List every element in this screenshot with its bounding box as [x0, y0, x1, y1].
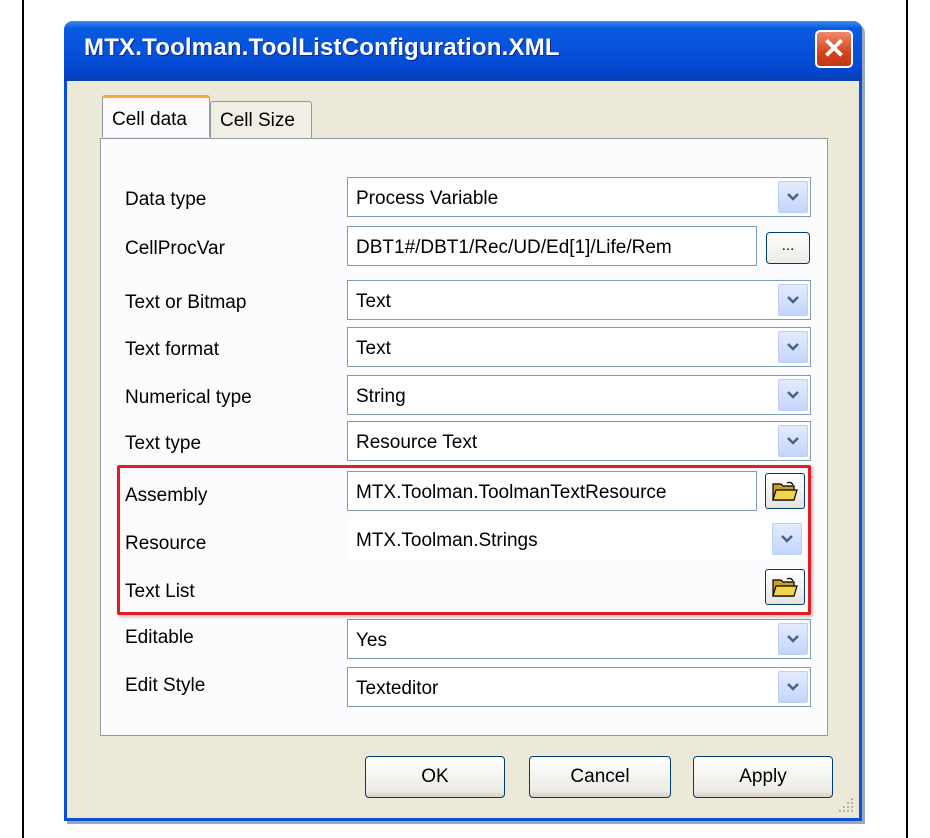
row-resource: Resource MTX.Toolman.Strings — [101, 519, 827, 563]
cellprocvar-value: DBT1#/DBT1/Rec/UD/Ed[1]/Life/Rem — [356, 237, 672, 258]
cellprocvar-label: CellProcVar — [125, 238, 225, 259]
folder-open-icon — [772, 577, 798, 597]
text-or-bitmap-value: Text — [356, 291, 391, 312]
chevron-down-icon[interactable] — [778, 623, 808, 655]
editable-select[interactable]: Yes — [347, 619, 811, 659]
data-type-select[interactable]: Process Variable — [347, 177, 811, 217]
tab-panel-cell-data: Data type Process Variable CellProcVar D… — [100, 138, 828, 736]
chevron-down-icon[interactable] — [772, 523, 802, 555]
text-type-value: Resource Text — [356, 432, 478, 453]
text-or-bitmap-select[interactable]: Text — [347, 280, 811, 320]
assembly-browse-button[interactable] — [765, 473, 805, 509]
assembly-label: Assembly — [125, 485, 208, 506]
row-text-or-bitmap: Text or Bitmap Text — [101, 280, 827, 324]
numerical-type-label: Numerical type — [125, 387, 252, 408]
close-button[interactable]: ✕ — [815, 30, 853, 68]
title-bar[interactable]: MTX.Toolman.ToolListConfiguration.XML ✕ — [64, 21, 862, 81]
chevron-down-icon[interactable] — [778, 379, 808, 411]
ok-button[interactable]: OK — [365, 756, 505, 798]
resource-label: Resource — [125, 533, 207, 554]
row-data-type: Data type Process Variable — [101, 177, 827, 221]
cellprocvar-input[interactable]: DBT1#/DBT1/Rec/UD/Ed[1]/Life/Rem — [347, 226, 757, 266]
dialog-window: MTX.Toolman.ToolListConfiguration.XML ✕ … — [64, 21, 862, 821]
folder-open-icon — [772, 481, 798, 501]
close-icon: ✕ — [822, 33, 846, 64]
window-title: MTX.Toolman.ToolListConfiguration.XML — [84, 34, 560, 61]
resource-value: MTX.Toolman.Strings — [356, 530, 538, 551]
row-editable: Editable Yes — [101, 619, 827, 663]
text-type-label: Text type — [125, 433, 202, 454]
resize-grip-icon[interactable] — [837, 796, 855, 814]
chevron-down-icon[interactable] — [778, 284, 808, 316]
chevron-down-icon[interactable] — [778, 425, 808, 457]
chevron-down-icon[interactable] — [778, 181, 808, 213]
text-format-label: Text format — [125, 339, 219, 360]
row-assembly: Assembly MTX.Toolman.ToolmanTextResource — [101, 471, 827, 515]
edit-style-value: Texteditor — [356, 678, 439, 699]
text-type-select[interactable]: Resource Text — [347, 421, 811, 461]
apply-button[interactable]: Apply — [693, 756, 833, 798]
chevron-down-icon[interactable] — [778, 671, 808, 703]
edit-style-select[interactable]: Texteditor — [347, 667, 811, 707]
resource-select[interactable]: MTX.Toolman.Strings — [347, 519, 805, 559]
row-edit-style: Edit Style Texteditor — [101, 667, 827, 711]
numerical-type-value: String — [356, 386, 406, 407]
tab-cell-size[interactable]: Cell Size — [210, 101, 312, 139]
editable-value: Yes — [356, 630, 387, 651]
row-numerical-type: Numerical type String — [101, 375, 827, 419]
assembly-input[interactable]: MTX.Toolman.ToolmanTextResource — [347, 471, 757, 511]
text-list-browse-button[interactable] — [765, 569, 805, 605]
text-format-select[interactable]: Text — [347, 327, 811, 367]
text-format-value: Text — [356, 338, 391, 359]
row-cellprocvar: CellProcVar DBT1#/DBT1/Rec/UD/Ed[1]/Life… — [101, 226, 827, 270]
edit-style-label: Edit Style — [125, 675, 206, 696]
tab-cell-data[interactable]: Cell data — [102, 95, 210, 137]
row-text-list: Text List — [101, 565, 827, 609]
row-text-format: Text format Text — [101, 327, 827, 371]
assembly-value: MTX.Toolman.ToolmanTextResource — [356, 482, 667, 503]
data-type-label: Data type — [125, 189, 207, 210]
chevron-down-icon[interactable] — [778, 331, 808, 363]
editable-label: Editable — [125, 627, 194, 648]
text-or-bitmap-label: Text or Bitmap — [125, 292, 247, 313]
text-list-label: Text List — [125, 581, 195, 602]
browse-ellipsis-button[interactable]: ... — [766, 232, 810, 264]
data-type-value: Process Variable — [356, 188, 499, 209]
numerical-type-select[interactable]: String — [347, 375, 811, 415]
cancel-button[interactable]: Cancel — [529, 756, 671, 798]
row-text-type: Text type Resource Text — [101, 421, 827, 465]
